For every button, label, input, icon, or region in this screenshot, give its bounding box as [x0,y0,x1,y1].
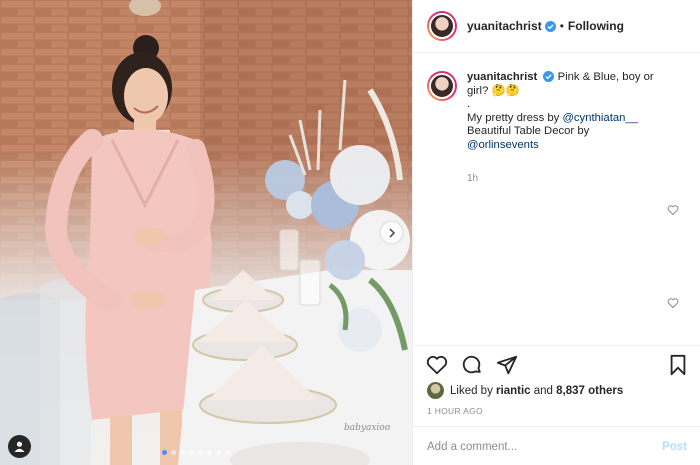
caption-area: yuanitachrist Pink & Blue, boy or girl? … [413,53,700,345]
likes-summary: Liked by riantic and 8,837 others [427,382,623,399]
avatar[interactable] [427,11,457,41]
post-comment-button[interactable]: Post [662,441,687,453]
caption-line-3: My pretty dress by [467,111,563,124]
photo-watermark: babyaxioo [344,423,391,433]
caption-time: 1h [467,173,479,184]
user-tags-button[interactable] [8,435,31,458]
carousel-dot [225,450,230,455]
post-header: yuanitachrist • Following [413,0,700,53]
user-tag-icon [14,441,25,452]
liked-by-connector: and [533,384,553,397]
carousel-dot [162,450,167,455]
caption-avatar[interactable] [427,71,457,101]
comment-bar: Post [413,426,700,465]
liked-by-count[interactable]: 8,837 others [556,385,623,397]
post-actions: Liked by riantic and 8,837 others 1 HOUR… [413,345,700,465]
post-timestamp[interactable]: 1 HOUR AGO [427,406,483,416]
caption-line-4: Beautiful Table Decor by [467,125,590,137]
heart-icon[interactable] [426,354,448,376]
carousel-dot [198,450,203,455]
carousel-dot [171,450,176,455]
verified-badge-icon [544,20,556,32]
carousel-dot [207,450,212,455]
small-heart-icon[interactable] [667,297,679,309]
carousel-dot [189,450,194,455]
header-separator: • [559,19,564,33]
liked-by-prefix: Liked by [450,384,493,397]
caption-text: yuanitachrist Pink & Blue, boy or girl? … [467,71,677,186]
share-icon[interactable] [496,354,518,376]
liked-by-user[interactable]: riantic [496,385,531,397]
liker-avatar[interactable] [427,382,444,399]
next-photo-button[interactable] [381,222,402,243]
caption-row: yuanitachrist Pink & Blue, boy or girl? … [427,71,687,186]
bookmark-icon[interactable] [667,354,689,376]
post-photo[interactable]: babyaxioo [0,0,412,465]
post-side-panel: yuanitachrist • Following yuanitachrist … [412,0,700,465]
mention-link-orlinsevents[interactable]: @orlinsevents [467,139,539,151]
caption-line-2: . [467,98,471,110]
comment-icon[interactable] [461,354,483,376]
comment-input[interactable] [427,440,647,453]
caption-username[interactable]: yuanitachrist [467,71,537,83]
following-button[interactable]: Following [568,19,624,33]
header-username[interactable]: yuanitachrist [467,19,542,33]
verified-badge-icon [543,71,555,82]
next-arrow-icon [388,227,395,238]
carousel-dot [180,450,185,455]
small-heart-icon[interactable] [667,204,679,216]
carousel-dots [162,450,230,455]
carousel-dot [216,450,221,455]
action-icons [426,354,688,378]
mention-link-cynthiatan[interactable]: @cynthiatan__ [562,112,638,124]
photo-scene [0,0,412,465]
